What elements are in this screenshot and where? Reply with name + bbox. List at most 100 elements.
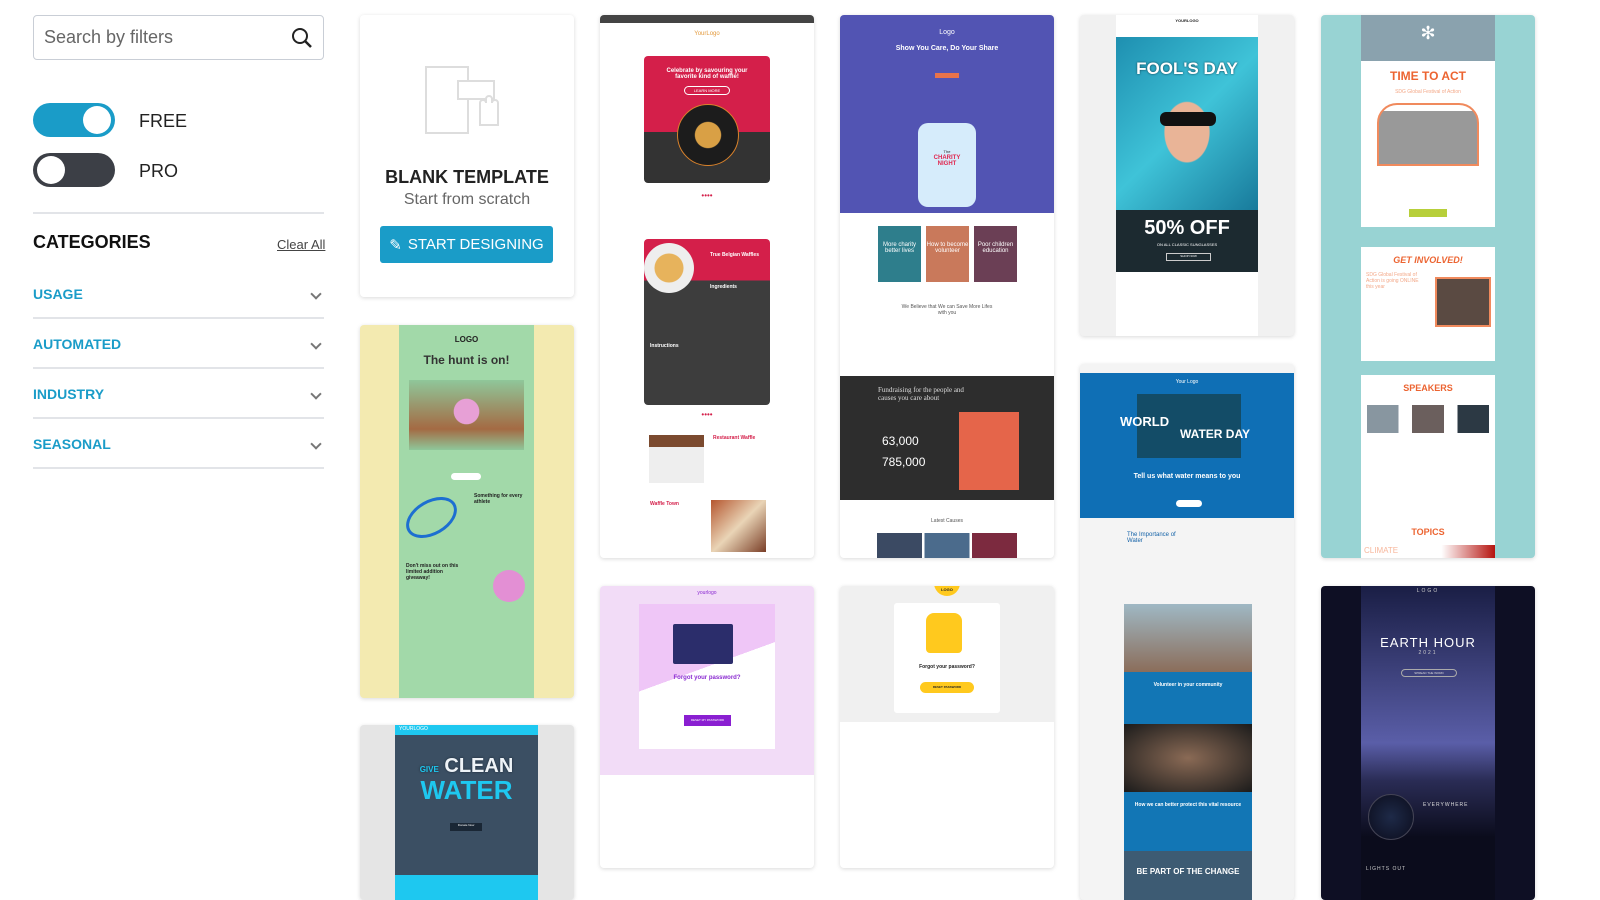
chevron-down-icon xyxy=(310,338,322,350)
category-label: INDUSTRY xyxy=(33,386,105,402)
content-stack: Volunteer in your community How we can b… xyxy=(1124,604,1252,900)
email-body: Forgot your password? RESET MY PASSWORD xyxy=(639,604,775,749)
template-time-to-act[interactable]: ✻ TIME TO ACT SDG Global Festival of Act… xyxy=(1321,15,1535,558)
template-year: 2021 xyxy=(1418,650,1438,656)
start-designing-button[interactable]: ✎ START DESIGNING xyxy=(380,226,553,263)
divider xyxy=(33,467,324,469)
section: TIME TO ACT SDG Global Festival of Actio… xyxy=(1361,61,1495,227)
category-usage[interactable]: USAGE xyxy=(33,282,324,306)
hands-image xyxy=(1124,724,1252,792)
template-headline: Celebrate by savouring your favorite kin… xyxy=(666,68,748,80)
template-headline: TIME TO ACT xyxy=(1390,69,1466,83)
section: GET INVOLVED! SDG Global Festival of Act… xyxy=(1361,247,1495,361)
restaurant-image xyxy=(649,435,704,483)
section-title: SPEAKERS xyxy=(1403,383,1453,393)
event-title: EVERYWHERE xyxy=(1423,802,1469,808)
headline-clean: CLEAN xyxy=(444,755,514,777)
headline-give: GIVE xyxy=(419,765,439,774)
category-seasonal[interactable]: SEASONAL xyxy=(33,432,324,456)
hero-section: Celebrate by savouring your favorite kin… xyxy=(644,56,770,183)
pro-toggle[interactable] xyxy=(33,153,115,187)
blank-title: BLANK TEMPLATE xyxy=(385,167,549,187)
category-label: AUTOMATED xyxy=(33,336,122,352)
divider xyxy=(33,417,324,419)
template-password-yellow[interactable]: LOGO Forgot your password? RESET PASSWOR… xyxy=(840,586,1054,868)
change-image: BE PART OF THE CHANGE xyxy=(1124,851,1252,900)
fundraising-section: Fundraising for the people and causes yo… xyxy=(840,376,1054,500)
section: SPEAKERS TOPICS xyxy=(1361,375,1495,545)
email-body: Forgot your password? RESET PASSWORD xyxy=(894,603,1000,713)
laptop-illustration xyxy=(673,624,733,664)
free-toggle[interactable] xyxy=(33,103,115,137)
section-title: Don't miss out on this limited addition … xyxy=(406,563,459,581)
cta-button xyxy=(935,73,959,78)
blank-template-card[interactable]: BLANK TEMPLATE Start from scratch ✎ START… xyxy=(360,15,574,297)
ball-image xyxy=(493,570,525,602)
clear-all-link[interactable]: Clear All xyxy=(277,237,325,252)
template-password-purple[interactable]: yourlogo Forgot your password? RESET MY … xyxy=(600,586,814,868)
stat-value: 63,000 xyxy=(882,434,919,448)
search-icon[interactable] xyxy=(291,27,313,49)
reset-button: RESET MY PASSWORD xyxy=(684,715,731,726)
hero-section: Your Logo WORLD WATER DAY Tell us what w… xyxy=(1080,373,1294,518)
toggle-knob xyxy=(37,156,65,184)
search-box[interactable] xyxy=(33,15,324,60)
learn-more-button xyxy=(1176,500,1202,507)
section-sub: SDG Global Festival of Action is going O… xyxy=(1366,272,1419,290)
volunteer-image xyxy=(1124,604,1252,672)
divider xyxy=(33,212,324,214)
template-fools-day[interactable]: YOURLOGO FOOL'S DAY 50% OFF ON ALL CLASS… xyxy=(1080,15,1294,336)
template-waffle[interactable]: YourLogo Celebrate by savouring your fav… xyxy=(600,15,814,558)
section-title: BE PART OF THE CHANGE xyxy=(1136,867,1240,876)
donate-button: Donate Now xyxy=(450,823,482,831)
template-clean-water[interactable]: YOURLOGO GIVE CLEAN WATER Donate Now xyxy=(360,725,574,900)
waffle-image xyxy=(677,104,739,166)
fundraising-title: Fundraising for the people and causes yo… xyxy=(878,386,964,402)
cta-button xyxy=(1409,209,1447,217)
restaurant-image xyxy=(711,500,766,552)
edit-icon: ✎ xyxy=(389,236,402,254)
cause-tile: Poor children education xyxy=(974,226,1017,282)
template-logo: Your Logo xyxy=(1175,379,1199,385)
reset-button: RESET PASSWORD xyxy=(920,682,974,693)
chevron-down-icon xyxy=(310,288,322,300)
search-input[interactable] xyxy=(44,27,291,48)
jar-illustration: The CHARITY NIGHT xyxy=(918,123,976,207)
instructions-title: Instructions xyxy=(650,343,679,349)
basket-image xyxy=(409,380,524,450)
lock-illustration xyxy=(926,613,962,653)
header-image: ✻ xyxy=(1361,15,1495,61)
template-charity[interactable]: Logo Show You Care, Do Your Share The CH… xyxy=(840,15,1054,558)
blank-template-icon xyxy=(425,66,499,134)
template-logo: yourlogo xyxy=(697,590,717,596)
jar-text: The xyxy=(943,149,951,154)
section-title: TOPICS xyxy=(1411,527,1445,537)
section-title: Something for every athlete xyxy=(474,493,523,505)
cause-tile: How to become volunteer xyxy=(926,226,969,282)
hero-image: FOOL'S DAY xyxy=(1116,37,1258,210)
quote-box xyxy=(959,412,1019,490)
template-earth-hour[interactable]: LOGO EARTH HOUR 2021 SPREAD THE WORD EVE… xyxy=(1321,586,1535,900)
recipe-section: True Belgian Waffles Ingredients Instruc… xyxy=(644,239,770,405)
template-logo: YOURLOGO xyxy=(1175,18,1199,23)
section-title: The Importance of Water xyxy=(1127,532,1176,544)
divider xyxy=(33,367,324,369)
learn-more-button: LEARN MORE xyxy=(684,86,730,95)
chevron-down-icon xyxy=(310,438,322,450)
offer-section: 50% OFF ON ALL CLASSIC SUNGLASSES SHOP N… xyxy=(1116,210,1258,272)
causes-images xyxy=(877,533,1017,558)
template-logo: LOGO xyxy=(454,335,479,344)
laptop-image xyxy=(1435,277,1491,327)
template-easter[interactable]: LOGO The hunt is on! Something for every… xyxy=(360,325,574,698)
topic-label: CLIMATE xyxy=(1364,546,1399,555)
offer-text: 50% OFF xyxy=(1144,217,1230,239)
logo-icon: ✻ xyxy=(1420,23,1436,43)
fists-image xyxy=(1377,103,1479,166)
category-automated[interactable]: AUTOMATED xyxy=(33,332,324,356)
template-headline: FOOL'S DAY xyxy=(1136,59,1238,78)
headline-world: WORLD xyxy=(1120,414,1170,429)
stat-value: 785,000 xyxy=(882,455,926,469)
template-world-water-day[interactable]: Your Logo WORLD WATER DAY Tell us what w… xyxy=(1080,364,1294,900)
template-headline: Tell us what water means to you xyxy=(1133,473,1241,480)
category-industry[interactable]: INDUSTRY xyxy=(33,382,324,406)
